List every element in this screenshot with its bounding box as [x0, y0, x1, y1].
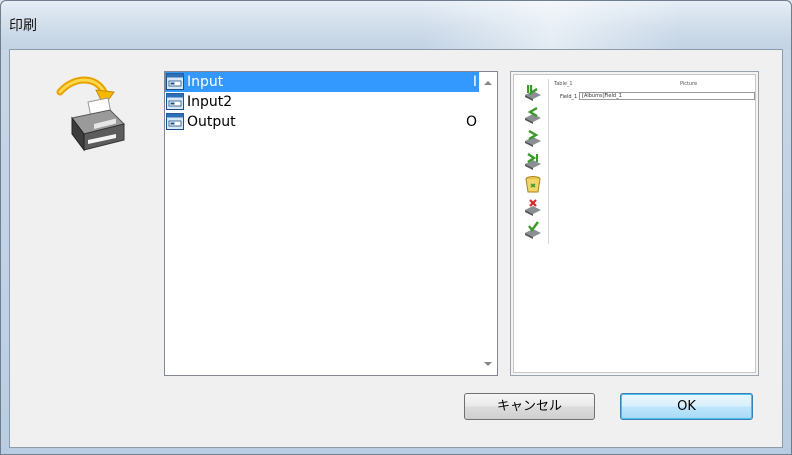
form-listbox[interactable]: Input I Input2 Output O [164, 71, 498, 376]
first-record-icon [525, 85, 541, 101]
preview-form-area: Table_1 Picture Field_1 : [Albums]Field_… [554, 79, 755, 119]
scroll-down-arrow-icon[interactable] [484, 362, 492, 366]
window-title: 印刷 [9, 18, 37, 34]
list-item-label: Input2 [187, 94, 233, 110]
scroll-up-arrow-icon[interactable] [484, 81, 492, 85]
title-bar-glass [421, 1, 681, 49]
delete-record-icon [525, 199, 541, 216]
print-dialog-window: 印刷 Input I Input2 Output O Table_1 Pictu… [0, 0, 792, 455]
last-record-icon [525, 153, 541, 170]
form-icon [166, 113, 184, 130]
trash-icon [525, 176, 541, 193]
list-item-suffix: O [465, 114, 477, 130]
preview-page: Table_1 Picture Field_1 : [Albums]Field_… [513, 74, 756, 373]
preview-field-label: Field_1 : [560, 94, 581, 100]
form-icon [166, 93, 184, 110]
ok-button[interactable]: OK [620, 393, 753, 420]
list-item-input2[interactable]: Input2 [165, 92, 479, 112]
form-list: Input I Input2 Output O [165, 72, 479, 132]
cancel-button[interactable]: キャンセル [464, 393, 595, 420]
list-item-output[interactable]: Output O [165, 112, 479, 132]
next-record-icon [525, 129, 541, 147]
previous-record-icon [525, 106, 541, 124]
dialog-content: Input I Input2 Output O Table_1 Picture … [9, 49, 783, 448]
list-item-label: Input [187, 74, 224, 90]
preview-picture-label: Picture [680, 81, 698, 87]
form-icon [166, 73, 184, 90]
preview-field-box: [Albums]Field_1 [579, 92, 755, 100]
record-toolbar [518, 79, 549, 244]
form-preview: Table_1 Picture Field_1 : [Albums]Field_… [510, 71, 759, 376]
title-bar[interactable]: 印刷 [1, 1, 791, 49]
validate-icon [525, 221, 541, 239]
list-item-label: Output [187, 114, 236, 130]
preview-table-label: Table_1 [554, 81, 573, 87]
list-item-input[interactable]: Input I [165, 72, 479, 92]
list-item-suffix: I [472, 74, 477, 90]
printer-icon [56, 76, 125, 152]
list-scrollbar[interactable] [479, 72, 497, 375]
